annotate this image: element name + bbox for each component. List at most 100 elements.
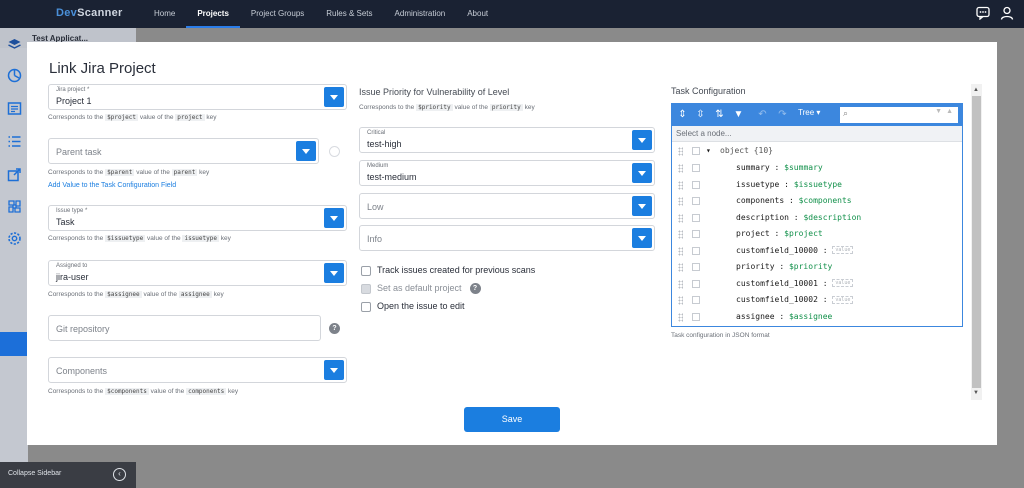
row-select-box[interactable] — [692, 180, 700, 189]
dashboard-icon[interactable] — [7, 68, 22, 83]
drag-handle-icon[interactable] — [678, 279, 683, 289]
chevron-down-icon[interactable] — [324, 87, 344, 107]
row-select-box[interactable] — [692, 213, 700, 222]
json-row[interactable]: issuetype : $issuetype — [672, 177, 962, 194]
help-icon[interactable]: ? — [329, 323, 340, 334]
row-select-box[interactable] — [692, 296, 700, 304]
save-button[interactable]: Save — [464, 407, 560, 432]
row-select-box[interactable] — [692, 147, 700, 155]
json-key[interactable]: customfield_10000 — [736, 246, 818, 255]
nav-about[interactable]: About — [456, 0, 499, 28]
low-priority-select[interactable]: Low — [359, 193, 655, 219]
settings-icon[interactable] — [7, 231, 22, 246]
collapse-sidebar-button[interactable]: Collapse Sidebar ‹ — [0, 462, 136, 488]
list-icon[interactable] — [7, 134, 22, 149]
json-row[interactable]: priority : $priority — [672, 259, 962, 276]
add-circle-icon[interactable] — [329, 146, 340, 157]
nav-project-groups[interactable]: Project Groups — [240, 0, 315, 28]
json-key[interactable]: summary — [736, 163, 770, 172]
redo-icon[interactable]: ↷ — [776, 108, 789, 121]
json-empty-value[interactable]: value — [832, 246, 854, 254]
drag-handle-icon[interactable] — [678, 213, 683, 223]
json-key[interactable]: priority — [736, 262, 775, 271]
nav-projects[interactable]: Projects — [186, 0, 240, 28]
search-next-icon[interactable]: ▼ — [935, 108, 942, 115]
scroll-up-icon[interactable]: ▲ — [973, 87, 979, 93]
search-prev-icon[interactable]: ▲ — [946, 108, 953, 115]
json-key[interactable]: components — [736, 196, 784, 205]
expand-toggle-icon[interactable]: ▾ — [706, 146, 711, 155]
chevron-down-icon[interactable] — [632, 196, 652, 216]
json-search-input[interactable]: ⌕ ▼ ▲ — [840, 107, 958, 123]
chevron-down-icon[interactable] — [632, 130, 652, 150]
chevron-down-icon[interactable] — [296, 141, 316, 161]
json-empty-value[interactable]: value — [832, 295, 854, 304]
chevron-down-icon[interactable] — [324, 360, 344, 380]
chevron-down-icon[interactable] — [632, 228, 652, 248]
json-value[interactable]: $project — [784, 229, 823, 238]
drag-handle-icon[interactable] — [678, 312, 683, 322]
track-issues-checkbox[interactable]: Track issues created for previous scans — [361, 265, 535, 276]
row-select-box[interactable] — [692, 246, 700, 255]
json-value[interactable]: $components — [799, 196, 852, 205]
nav-administration[interactable]: Administration — [384, 0, 457, 28]
git-repository-input[interactable]: Git repository — [48, 315, 321, 341]
json-key[interactable]: customfield_10001 — [736, 279, 818, 288]
drag-handle-icon[interactable] — [678, 263, 683, 272]
drag-handle-icon[interactable] — [678, 164, 683, 173]
components-select[interactable]: Components — [48, 357, 347, 383]
row-select-box[interactable] — [692, 312, 700, 321]
issue-type-select[interactable]: Issue type * Task — [48, 205, 347, 231]
scrollbar-thumb[interactable] — [972, 96, 981, 388]
drag-handle-icon[interactable] — [678, 296, 683, 305]
row-select-box[interactable] — [692, 263, 700, 271]
json-value[interactable]: $priority — [789, 262, 832, 271]
json-key[interactable]: project — [736, 229, 770, 238]
json-row[interactable]: customfield_10001 : value — [672, 276, 962, 293]
json-row[interactable]: components : $components — [672, 193, 962, 210]
user-icon[interactable] — [1000, 6, 1014, 20]
json-value[interactable]: $assignee — [789, 312, 832, 321]
row-select-box[interactable] — [692, 164, 700, 172]
modal-scrollbar[interactable]: ▲ ▼ — [971, 84, 982, 400]
export-icon[interactable] — [7, 167, 22, 182]
add-value-link[interactable]: Add Value to the Task Configuration Fiel… — [48, 182, 176, 189]
mode-select[interactable]: Tree ▾ — [798, 108, 820, 117]
row-select-box[interactable] — [692, 197, 700, 205]
drag-handle-icon[interactable] — [678, 197, 683, 206]
undo-icon[interactable]: ↶ — [756, 108, 769, 121]
app-logo[interactable]: DevScanner — [56, 7, 123, 19]
filter-icon[interactable]: ▼ — [732, 108, 745, 121]
jira-project-select[interactable]: Jira project * Project 1 — [48, 84, 347, 110]
json-root-row[interactable]: ▾ object {10} — [672, 143, 962, 160]
checkbox-box[interactable] — [361, 265, 371, 276]
json-key[interactable]: description — [736, 213, 789, 222]
report-icon[interactable] — [7, 101, 22, 116]
nav-home[interactable]: Home — [143, 0, 186, 28]
json-row[interactable]: assignee : $assignee — [672, 309, 962, 326]
chat-icon[interactable] — [976, 6, 990, 21]
row-select-box[interactable] — [692, 279, 700, 288]
json-value[interactable]: $issuetype — [794, 180, 842, 189]
json-navigation-bar[interactable]: Select a node... — [672, 126, 962, 142]
json-row[interactable]: customfield_10000 : value — [672, 243, 962, 260]
help-icon[interactable]: ? — [469, 283, 481, 295]
json-value[interactable]: $description — [803, 213, 861, 222]
json-value[interactable]: $summary — [784, 163, 823, 172]
open-issue-checkbox[interactable]: Open the issue to edit — [361, 301, 465, 312]
medium-priority-select[interactable]: Medium test-medium — [359, 160, 655, 186]
critical-priority-select[interactable]: Critical test-high — [359, 127, 655, 153]
drag-handle-icon[interactable] — [678, 180, 683, 190]
json-key[interactable]: customfield_10002 — [736, 295, 818, 304]
json-row[interactable]: project : $project — [672, 226, 962, 243]
sort-icon[interactable]: ⇅ — [713, 108, 726, 121]
json-key[interactable]: assignee — [736, 312, 775, 321]
json-row[interactable]: customfield_10002 : value — [672, 292, 962, 309]
json-row[interactable]: description : $description — [672, 210, 962, 227]
json-row[interactable]: summary : $summary — [672, 160, 962, 177]
json-key[interactable]: issuetype — [736, 180, 779, 189]
parent-task-select[interactable]: Parent task — [48, 138, 319, 164]
checkbox-box[interactable] — [361, 301, 371, 312]
json-empty-value[interactable]: value — [832, 279, 854, 287]
integrations-icon[interactable] — [7, 199, 22, 214]
